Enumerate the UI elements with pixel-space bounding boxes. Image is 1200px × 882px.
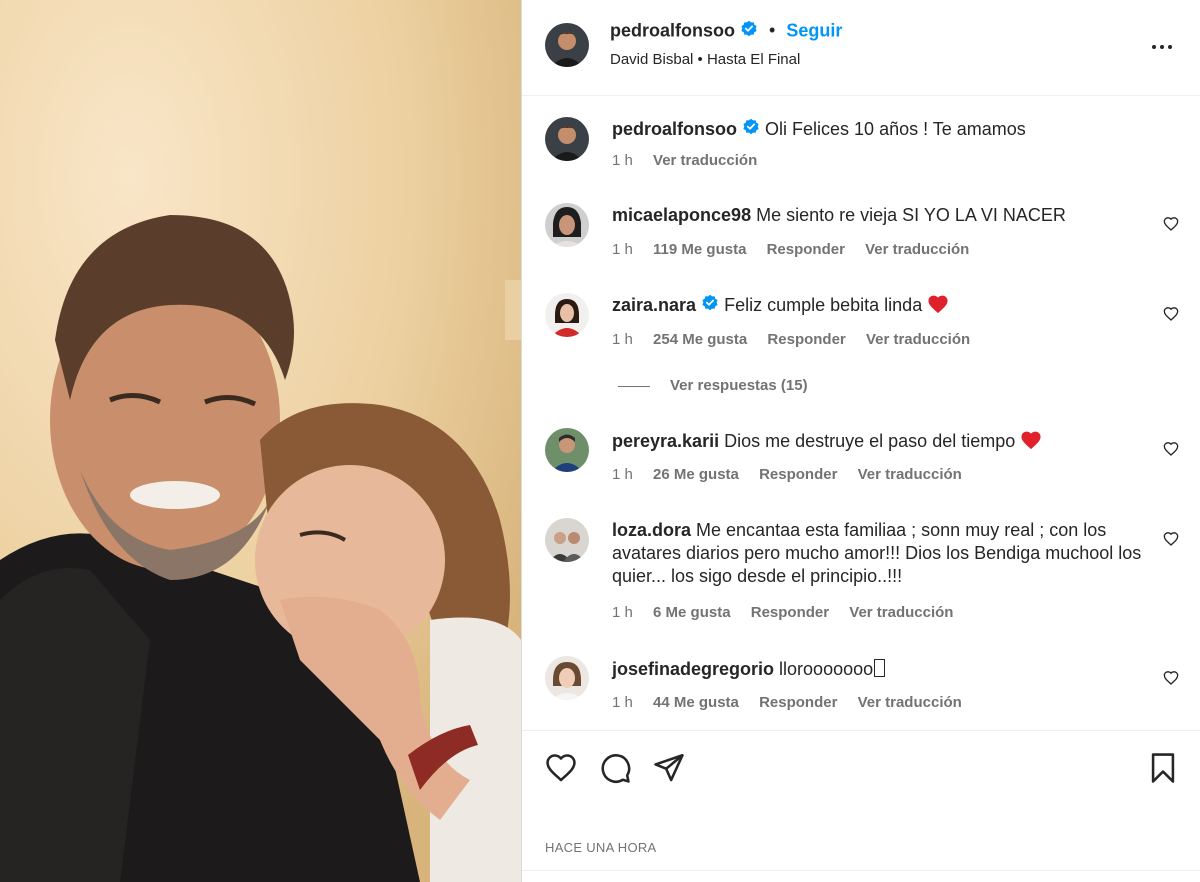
share-icon[interactable] [652, 751, 686, 785]
post-header: pedroalfonsoo • Seguir David Bisbal • Ha… [522, 0, 1200, 96]
comment-likes[interactable]: 26 Me gusta [653, 466, 739, 483]
commenter-avatar[interactable] [545, 518, 589, 562]
like-comment-icon[interactable] [1163, 216, 1179, 232]
comment-time[interactable]: 1 h [612, 331, 633, 348]
verified-badge-icon [701, 294, 719, 318]
translate-link[interactable]: Ver traducción [849, 604, 953, 621]
comment-text: Me siento re vieja SI YO LA VI NACER [756, 205, 1066, 225]
comment-time[interactable]: 1 h [612, 241, 633, 258]
save-icon[interactable] [1146, 751, 1180, 785]
comment-likes[interactable]: 44 Me gusta [653, 694, 739, 711]
comment-username[interactable]: zaira.nara [612, 295, 696, 315]
caption-avatar[interactable] [545, 117, 589, 161]
commenter-avatar[interactable] [545, 203, 589, 247]
comment-item: pereyra.karii Dios me destruye el paso d… [522, 411, 1200, 501]
comment-time[interactable]: 1 h [612, 466, 633, 483]
comment-item: loza.dora Me encantaa esta familiaa ; so… [522, 501, 1200, 641]
author-avatar[interactable] [545, 23, 589, 67]
comment-likes[interactable]: 254 Me gusta [653, 331, 747, 348]
like-comment-icon[interactable] [1163, 531, 1179, 547]
comments-panel: pedroalfonsoo • Seguir David Bisbal • Ha… [522, 0, 1200, 882]
comment-likes[interactable]: 119 Me gusta [653, 241, 746, 258]
view-replies-label: Ver respuestas (15) [670, 377, 808, 394]
verified-badge-icon [742, 118, 760, 142]
separator-dot: • [769, 20, 776, 41]
comment-username[interactable]: micaelaponce98 [612, 205, 751, 225]
like-comment-icon[interactable] [1163, 670, 1179, 686]
translate-link[interactable]: Ver traducción [866, 331, 970, 348]
reply-button[interactable]: Responder [767, 241, 845, 258]
comment-icon[interactable] [598, 751, 632, 785]
missing-glyph-icon [874, 659, 886, 677]
more-options-icon[interactable] [1150, 35, 1174, 59]
follow-button[interactable]: Seguir [786, 20, 842, 40]
comment-text: Me encantaa esta familiaa ; sonn muy rea… [612, 520, 1142, 586]
red-heart-emoji-icon [927, 295, 949, 315]
translate-link[interactable]: Ver traducción [858, 466, 962, 483]
commenter-avatar[interactable] [545, 428, 589, 472]
comment-time[interactable]: 1 h [612, 604, 633, 621]
comment-likes[interactable]: 6 Me gusta [653, 604, 731, 621]
caption-time[interactable]: 1 h [612, 152, 633, 169]
comment-username[interactable]: josefinadegregorio [612, 659, 774, 679]
post-actions: HACE UNA HORA [522, 730, 1200, 855]
like-comment-icon[interactable] [1163, 306, 1179, 322]
comment-username[interactable]: pereyra.karii [612, 431, 719, 451]
comment-text: Feliz cumple bebita linda [724, 295, 923, 315]
comment-item: zaira.nara Feliz cumple bebita linda 1 h… [522, 276, 1200, 366]
comment-box-divider [522, 870, 1200, 871]
commenter-avatar[interactable] [545, 293, 589, 337]
comment-item: josefinadegregorio llorooooooo 1 h 44 Me… [522, 641, 1200, 730]
post-photo-image [0, 0, 521, 882]
reply-button[interactable]: Responder [759, 694, 837, 711]
comment-text: Dios me destruye el paso del tiempo [724, 431, 1016, 451]
reply-button[interactable]: Responder [759, 466, 837, 483]
caption: pedroalfonsoo Oli Felices 10 años ! Te a… [522, 96, 1200, 186]
comment-text: llorooooooo [779, 659, 874, 679]
post-photo[interactable] [0, 0, 521, 882]
reply-button[interactable]: Responder [751, 604, 829, 621]
like-comment-icon[interactable] [1163, 441, 1179, 457]
view-replies-button[interactable]: Ver respuestas (15) [618, 377, 808, 394]
red-heart-emoji-icon [1020, 431, 1042, 451]
audio-track[interactable]: David Bisbal • Hasta El Final [610, 51, 800, 68]
commenter-avatar[interactable] [545, 656, 589, 700]
translate-link[interactable]: Ver traducción [858, 694, 962, 711]
author-username[interactable]: pedroalfonsoo [610, 20, 735, 40]
caption-username[interactable]: pedroalfonsoo [612, 119, 737, 139]
verified-badge-icon [740, 20, 758, 43]
post-timestamp[interactable]: HACE UNA HORA [545, 840, 657, 855]
caption-translate-link[interactable]: Ver traducción [653, 152, 757, 169]
comment-item: micaelaponce98 Me siento re vieja SI YO … [522, 186, 1200, 276]
translate-link[interactable]: Ver traducción [865, 241, 969, 258]
caption-text: Oli Felices 10 años ! Te amamos [765, 119, 1026, 139]
like-icon[interactable] [544, 751, 578, 785]
reply-button[interactable]: Responder [767, 331, 845, 348]
comment-username[interactable]: loza.dora [612, 520, 691, 540]
comment-time[interactable]: 1 h [612, 694, 633, 711]
replies-line [618, 385, 650, 387]
